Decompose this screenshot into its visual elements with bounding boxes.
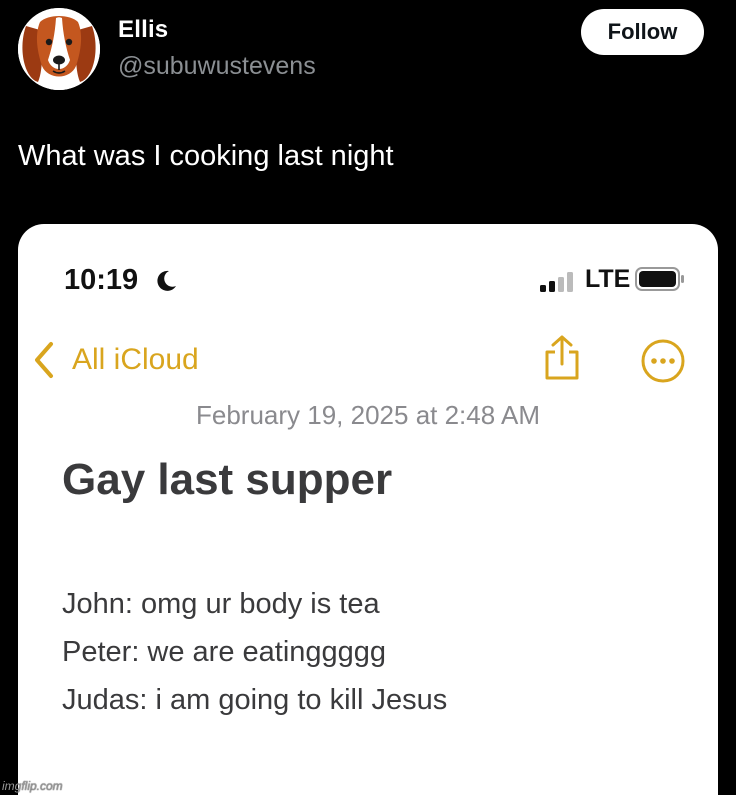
note-title[interactable]: Gay last supper xyxy=(62,455,392,505)
note-body[interactable]: John: omg ur body is tea Peter: we are e… xyxy=(62,580,447,724)
battery-icon xyxy=(635,267,684,291)
watermark: imgflip.com xyxy=(2,779,63,793)
moon-icon xyxy=(157,270,176,291)
chevron-left-icon xyxy=(35,342,53,378)
back-label: All iCloud xyxy=(72,343,199,376)
note-date: February 19, 2025 at 2:48 AM xyxy=(196,400,540,430)
note-line: John: omg ur body is tea xyxy=(62,588,380,620)
user-handle[interactable]: @subuwustevens xyxy=(118,52,316,81)
cellular-signal-icon xyxy=(540,272,573,292)
tweet-text: What was I cooking last night xyxy=(18,140,394,172)
embedded-screenshot: 10:19 LTE All iCloud February 19, 2025 a… xyxy=(18,224,718,795)
network-label: LTE xyxy=(585,265,631,293)
back-button[interactable]: All iCloud xyxy=(32,338,199,382)
tweet-page: Ellis @subuwustevens Follow What was I c… xyxy=(0,0,736,795)
display-name[interactable]: Ellis xyxy=(118,16,168,44)
status-time: 10:19 xyxy=(64,264,139,296)
dog-avatar-icon[interactable] xyxy=(18,8,100,90)
note-line: Judas: i am going to kill Jesus xyxy=(62,684,448,716)
more-options-icon[interactable] xyxy=(640,338,686,384)
note-line: Peter: we are eatinggggg xyxy=(62,636,387,668)
follow-button[interactable]: Follow xyxy=(581,9,704,55)
share-icon[interactable] xyxy=(542,334,582,382)
